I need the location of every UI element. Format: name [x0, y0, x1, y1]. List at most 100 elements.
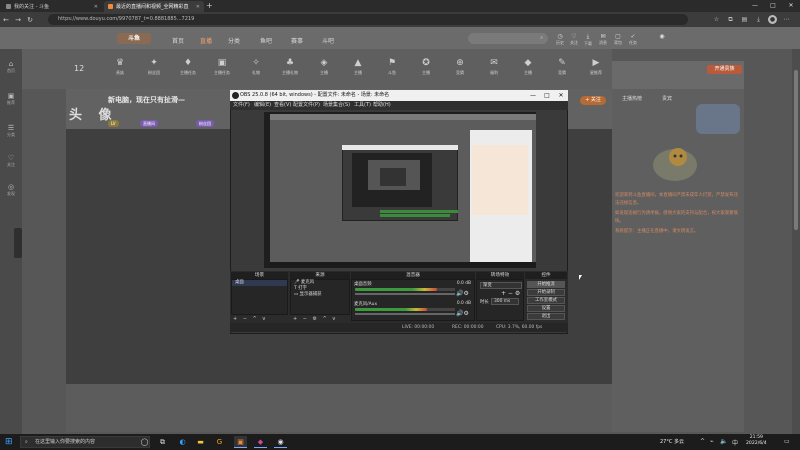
- room-tag[interactable]: 粉丝团: [196, 120, 214, 127]
- category-item[interactable]: ◆ 主播: [514, 58, 542, 76]
- tab-vip[interactable]: 贵宾: [662, 95, 672, 102]
- cortana-icon[interactable]: ◯: [138, 436, 151, 448]
- taskbar-search[interactable]: ⌕ 在这里输入你要搜索的内容: [20, 436, 150, 448]
- new-tab-button[interactable]: +: [206, 1, 213, 11]
- category-item[interactable]: ✪ 主播: [412, 58, 440, 76]
- category-item[interactable]: ✉ 福利: [480, 58, 508, 76]
- menu-tools[interactable]: 工具(T): [354, 101, 371, 110]
- rail-item[interactable]: ⌂ 首页: [0, 60, 22, 74]
- source-item[interactable]: ▭ 显示器捕获: [291, 292, 349, 298]
- rail-item[interactable]: ◎ 发现: [0, 183, 22, 197]
- room-tag[interactable]: 直播间: [140, 120, 158, 127]
- category-item[interactable]: ✧ 礼物: [242, 58, 270, 76]
- app-icon[interactable]: G: [213, 436, 226, 448]
- category-item[interactable]: ▣ 主播任务: [208, 58, 236, 76]
- rail-item[interactable]: ♡ 关注: [0, 154, 22, 168]
- sidebar-toggle[interactable]: [14, 228, 22, 258]
- volume-slider[interactable]: [355, 293, 455, 295]
- transition-select[interactable]: 渐变: [480, 282, 522, 289]
- user-avatar[interactable]: ◉: [656, 33, 668, 40]
- browser-tab[interactable]: 我的关注 - 斗鱼 ✕: [2, 1, 102, 12]
- category-item[interactable]: ▲ 主播: [344, 58, 372, 76]
- menu-profile[interactable]: 配置文件(P): [293, 101, 320, 110]
- scrollbar-thumb[interactable]: [794, 70, 798, 230]
- transition-add-remove[interactable]: + − ⚙: [501, 290, 520, 297]
- tab-rank[interactable]: 主播热榜: [622, 95, 642, 102]
- studio-mode-button[interactable]: 工作室模式: [527, 297, 565, 304]
- browser-menu-icon[interactable]: ⋯: [782, 15, 791, 24]
- scene-item[interactable]: 桌面: [232, 280, 287, 286]
- history-icon[interactable]: ◷ 历史: [554, 33, 566, 46]
- tray-arrow-icon[interactable]: ^: [700, 438, 705, 445]
- windows-start-icon[interactable]: ⊞: [5, 437, 15, 447]
- collections-icon[interactable]: ▤: [740, 15, 749, 24]
- site-logo[interactable]: 斗鱼: [117, 33, 151, 44]
- task-icon[interactable]: ✓ 任务: [627, 33, 639, 46]
- maximize-button[interactable]: □: [764, 0, 782, 12]
- volume-slider[interactable]: [355, 313, 455, 315]
- nav-link[interactable]: 分类: [228, 36, 240, 45]
- category-item[interactable]: ✎ 竞猜: [548, 58, 576, 76]
- category-item[interactable]: ♣ 主播礼物: [276, 58, 304, 76]
- category-item[interactable]: ⊕ 竞猜: [446, 58, 474, 76]
- network-icon[interactable]: ⌁: [710, 438, 714, 445]
- app-icon[interactable]: ◆: [254, 436, 267, 448]
- close-tab-icon[interactable]: ✕: [94, 4, 98, 10]
- nav-link[interactable]: 赛事: [291, 36, 303, 45]
- settings-button[interactable]: 设置: [527, 305, 565, 312]
- task-view-icon[interactable]: ⧉: [156, 436, 169, 448]
- weather-widget[interactable]: 27°C 多云: [660, 438, 684, 445]
- category-item[interactable]: ▶ 星推荐: [582, 58, 610, 76]
- menu-file[interactable]: 文件(F): [233, 101, 250, 110]
- obs-close-button[interactable]: ✕: [554, 90, 568, 101]
- category-item[interactable]: ◈ 主播: [310, 58, 338, 76]
- start-streaming-button[interactable]: 开始推流: [527, 281, 565, 288]
- star-icon[interactable]: ☆: [712, 15, 721, 24]
- nav-link[interactable]: 鱼吧: [260, 36, 272, 45]
- back-icon[interactable]: ←: [0, 16, 12, 24]
- nav-link[interactable]: 斗吧: [322, 36, 334, 45]
- nav-link[interactable]: 首页: [172, 36, 184, 45]
- file-explorer-icon[interactable]: ▬: [194, 436, 207, 448]
- downloads-icon[interactable]: ⤓: [754, 15, 763, 24]
- profile-avatar[interactable]: ●: [768, 15, 777, 24]
- volume-icon[interactable]: 🔈: [720, 438, 727, 445]
- notification-icon[interactable]: ▭: [784, 438, 790, 445]
- nav-link-active[interactable]: 直播: [200, 36, 212, 45]
- download-icon[interactable]: ⤓ 下载: [582, 33, 594, 47]
- obs-maximize-button[interactable]: □: [540, 90, 554, 101]
- category-item[interactable]: ♛ 贵族: [106, 58, 134, 76]
- source-toolbar[interactable]: + − ⚙ ^ v: [293, 316, 337, 322]
- category-item[interactable]: ⚑ 斗鱼: [378, 58, 406, 76]
- menu-help[interactable]: 帮助(H): [373, 101, 391, 110]
- menu-view[interactable]: 查看(V): [274, 101, 291, 110]
- rail-item[interactable]: ▣ 推荐: [0, 92, 22, 106]
- follow-icon[interactable]: ♡ 关注: [568, 33, 580, 46]
- menu-edit[interactable]: 编辑(E): [254, 101, 271, 110]
- clock[interactable]: 21:59 2022/6/4: [746, 435, 767, 447]
- scene-toolbar[interactable]: + − ^ v: [233, 316, 267, 322]
- duration-input[interactable]: 300 ms: [491, 298, 519, 305]
- rail-item[interactable]: ☰ 分类: [0, 124, 22, 138]
- category-item[interactable]: ♦ 主播任务: [174, 58, 202, 76]
- message-icon[interactable]: ✉ 消息: [597, 33, 609, 46]
- exit-button[interactable]: 退出: [527, 313, 565, 320]
- forward-icon[interactable]: →: [12, 16, 24, 24]
- bag-icon[interactable]: ▢ 背包: [612, 33, 624, 46]
- obs-minimize-button[interactable]: —: [526, 90, 540, 101]
- close-tab-icon[interactable]: ✕: [196, 4, 200, 10]
- minimize-button[interactable]: —: [746, 0, 764, 12]
- category-item[interactable]: ✦ 粉丝团: [140, 58, 168, 76]
- menu-scene-collection[interactable]: 场景集合(S): [323, 101, 350, 110]
- obs-taskbar-icon[interactable]: ◉: [274, 436, 287, 448]
- extensions-icon[interactable]: ⧉: [726, 15, 735, 24]
- edge-icon[interactable]: ◐: [176, 436, 189, 448]
- follow-button[interactable]: + 关注: [580, 96, 606, 105]
- ime-icon[interactable]: 中: [732, 438, 738, 447]
- site-search-input[interactable]: ⌕: [468, 33, 548, 44]
- douyu-app-icon[interactable]: ▣: [234, 436, 247, 448]
- close-window-button[interactable]: ✕: [782, 0, 800, 12]
- url-input[interactable]: https://www.douyu.com/9970787_t=0.888188…: [48, 14, 688, 25]
- browser-tab-active[interactable]: 最近的直播间和视频_全网精彩直 ✕: [104, 1, 204, 12]
- speaker-icon[interactable]: 🔊⚙: [456, 290, 469, 297]
